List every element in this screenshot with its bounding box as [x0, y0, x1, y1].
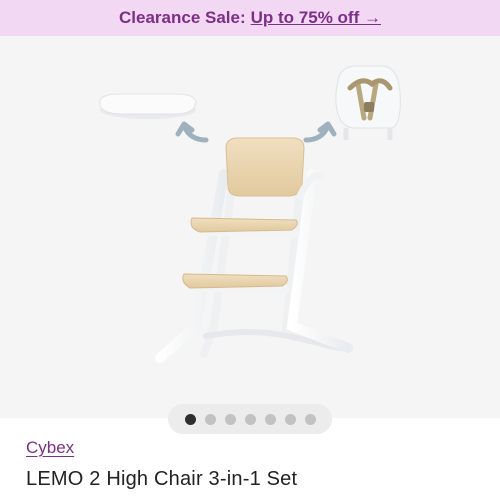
carousel-dot[interactable]	[264, 413, 276, 425]
product-image	[99, 65, 401, 363]
high-chair-image	[155, 137, 353, 363]
carousel-dot[interactable]	[184, 413, 196, 425]
carousel-dot[interactable]	[224, 413, 236, 425]
product-title: LEMO 2 High Chair 3-in-1 Set	[26, 468, 298, 490]
tray-accessory-image	[99, 93, 197, 119]
carousel-dot[interactable]	[284, 413, 296, 425]
arrow-right-icon	[303, 121, 337, 143]
carousel-dot[interactable]	[244, 413, 256, 425]
product-image-gallery[interactable]	[0, 36, 500, 434]
brand-link[interactable]: Cybex	[26, 438, 74, 458]
arrow-left-icon	[175, 121, 209, 143]
carousel-dot[interactable]	[204, 413, 216, 425]
baby-set-accessory-image	[335, 65, 401, 140]
promo-banner[interactable]: Clearance Sale: Up to 75% off →	[0, 0, 500, 36]
promo-link[interactable]: Up to 75% off →	[251, 8, 381, 28]
promo-text: Clearance Sale:	[119, 8, 246, 27]
carousel-pagination[interactable]	[168, 404, 332, 434]
carousel-dot[interactable]	[304, 413, 316, 425]
